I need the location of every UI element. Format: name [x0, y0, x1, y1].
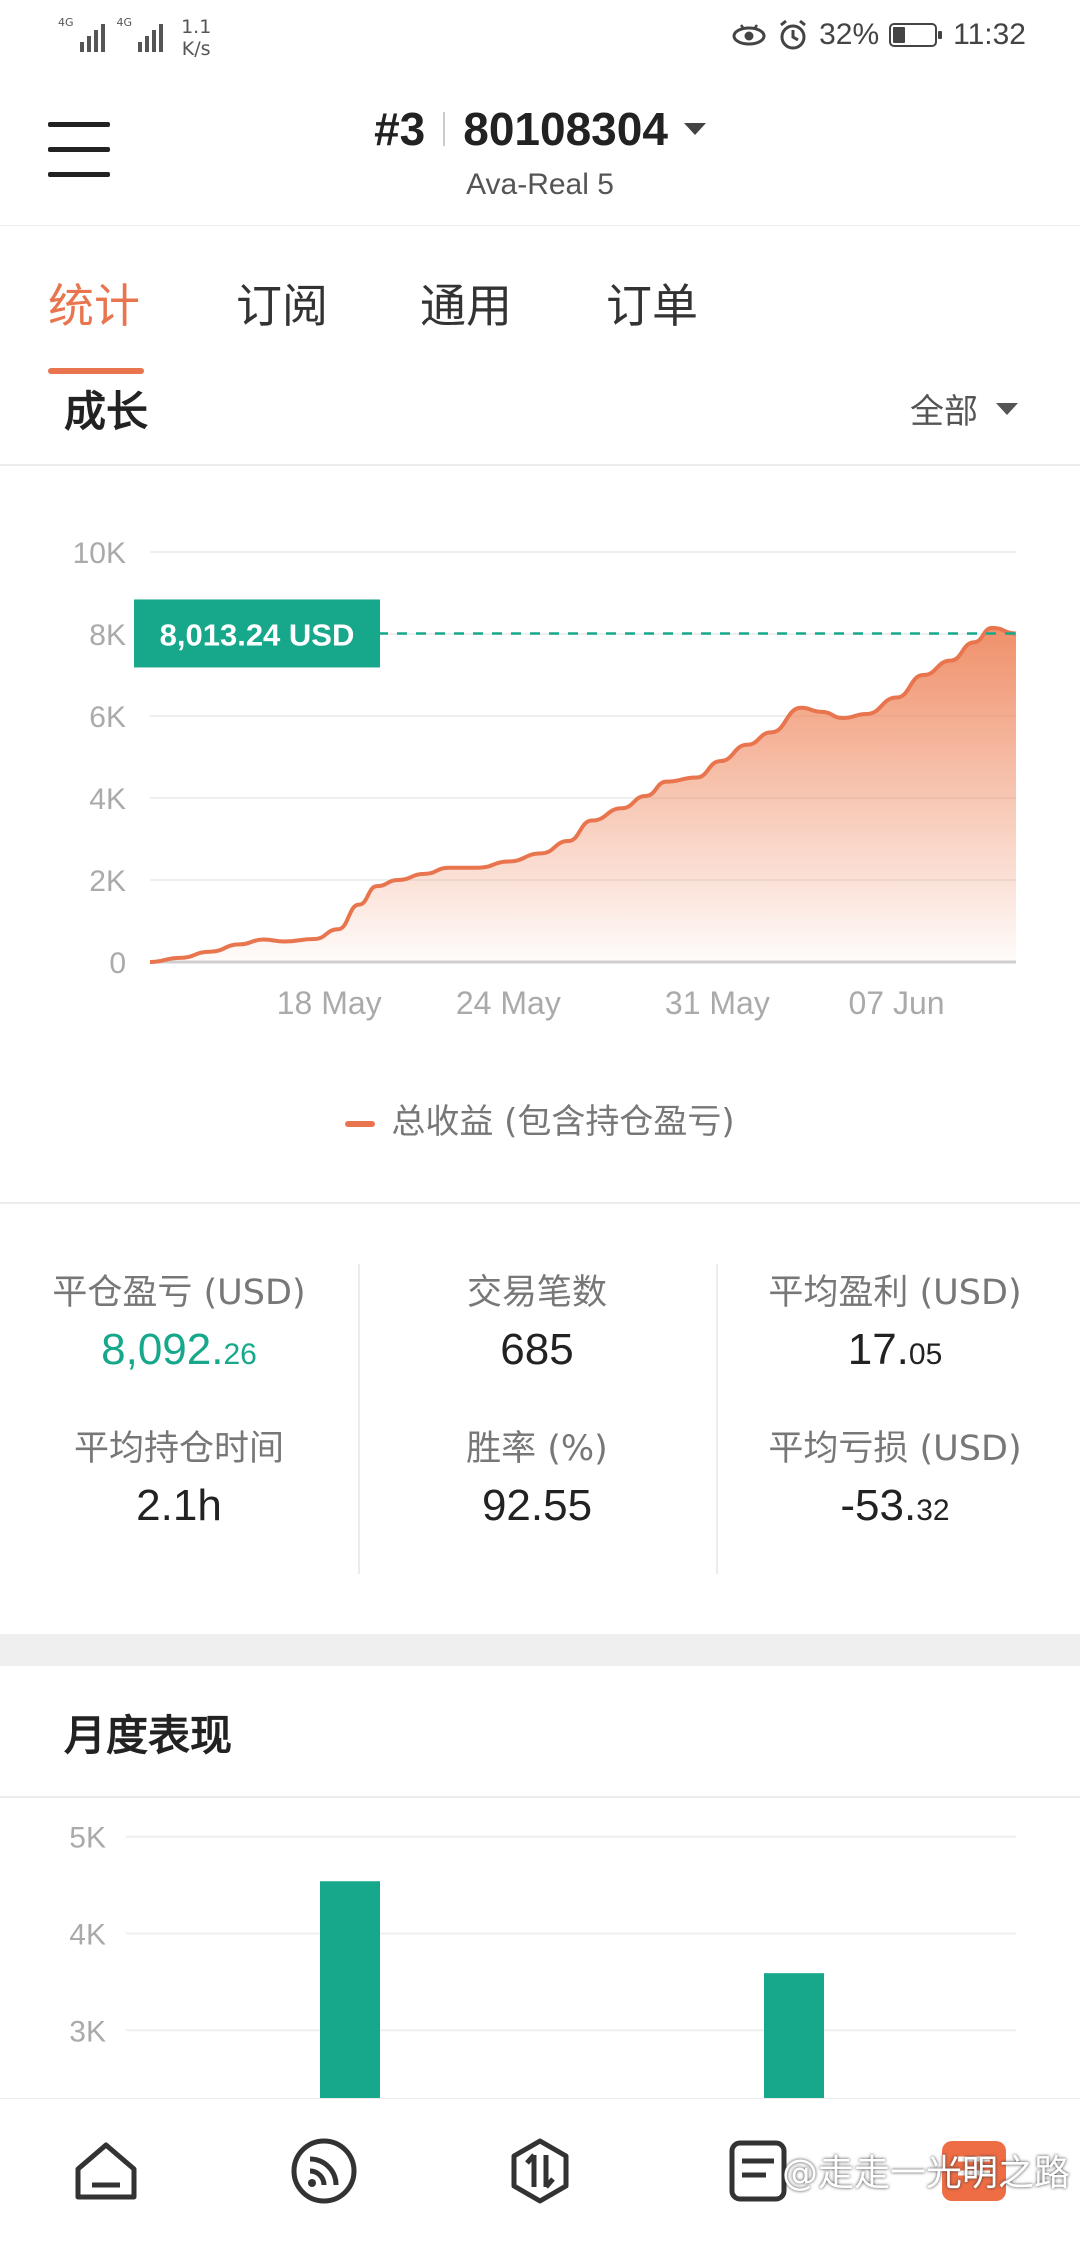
stat-item: 平均盈利 (USD) 17.05 — [716, 1264, 1074, 1420]
y-tick-label: 8K — [89, 619, 126, 652]
stat-value: 8,092.26 — [101, 1325, 257, 1374]
stat-value: 92.55 — [481, 1481, 593, 1530]
eye-icon — [732, 24, 766, 46]
y-tick-label: 3K — [69, 2015, 106, 2048]
stats-column: 交易笔数 685 胜率 (%) 92.55 — [358, 1264, 716, 1576]
x-tick-label: 24 May — [456, 985, 561, 1021]
y-tick-label: 10K — [73, 537, 126, 570]
chart-legend: 总收益 (包含持仓盈亏) — [0, 1094, 1080, 1143]
account-selector[interactable]: #3 80108304 Ava-Real 5 — [0, 102, 1080, 202]
feed-icon[interactable] — [288, 2135, 360, 2207]
tab-general[interactable]: 通用 — [420, 270, 512, 336]
weibo-watermark: @走走一光明之路 — [781, 2153, 1070, 2194]
tab-orders[interactable]: 订单 — [606, 270, 698, 336]
stat-value: 2.1h — [136, 1481, 222, 1530]
account-number: 80108304 — [463, 103, 668, 155]
y-tick-label: 0 — [109, 947, 126, 980]
monthly-bar — [320, 1881, 380, 2098]
trade-icon[interactable] — [504, 2135, 576, 2207]
stat-label: 胜率 (%) — [466, 1429, 608, 1469]
stats-grid: 平仓盈亏 (USD) 8,092.26 平均持仓时间 2.1h 交易笔数 685 胜率 (%… — [0, 1202, 1080, 1636]
clock-time: 11:32 — [953, 18, 1026, 51]
chevron-down-icon — [996, 402, 1018, 415]
stats-column: 平均盈利 (USD) 17.05 平均亏损 (USD) -53.32 — [716, 1264, 1074, 1576]
y-tick-label: 2K — [89, 865, 126, 898]
tab-bar: 统计 订阅 通用 订单 — [0, 225, 1080, 380]
monthly-bar-chart: 3K 4K 5K — [0, 1798, 1080, 2098]
signal-sim1-icon: 4G — [58, 16, 105, 52]
status-bar: 4G 4G 1.1 K/s 32% 11:32 — [0, 0, 1080, 80]
stat-label: 平均亏损 (USD) — [768, 1429, 1022, 1469]
monthly-bar — [764, 1973, 824, 2098]
network-speed: 1.1 K/s — [181, 16, 211, 60]
growth-section-header: 成长 全部 — [0, 378, 1080, 466]
period-filter-dropdown[interactable]: 全部 — [910, 384, 1018, 433]
stat-item: 平均亏损 (USD) -53.32 — [716, 1420, 1074, 1576]
account-index: #3 — [374, 103, 426, 155]
alarm-icon — [780, 19, 807, 50]
stat-item: 平均持仓时间 2.1h — [0, 1420, 358, 1576]
highlight-value-label: 8,013.24 USD — [160, 617, 355, 652]
home-icon[interactable] — [70, 2135, 142, 2207]
y-tick-label: 4K — [69, 1918, 106, 1951]
monthly-bar-chart-svg: 3K 4K 5K — [69, 1822, 1016, 2098]
chevron-down-icon — [683, 123, 706, 135]
battery-percent: 32% — [819, 18, 880, 51]
growth-title: 成长 — [64, 387, 149, 436]
legend-label: 总收益 (包含持仓盈亏) — [391, 1102, 735, 1142]
growth-chart: 0 2K 4K 6K 8K 10K 18 May 24 May 31 May 07 Jun 8,01… — [0, 466, 1080, 1201]
y-tick-label: 5K — [69, 1822, 106, 1855]
server-name: Ava-Real 5 — [466, 168, 614, 201]
stat-label: 交易笔数 — [466, 1273, 607, 1313]
tab-statistics[interactable]: 统计 — [48, 270, 140, 336]
account-separator — [443, 112, 446, 146]
sim2-network-type: 4G — [116, 16, 133, 29]
y-tick-label: 6K — [89, 701, 126, 734]
section-gap — [0, 1634, 1080, 1666]
monthly-section-header: 月度表现 — [0, 1666, 1080, 1798]
stat-value: 17.05 — [847, 1325, 943, 1374]
x-tick-label: 18 May — [277, 985, 382, 1021]
stats-column: 平仓盈亏 (USD) 8,092.26 平均持仓时间 2.1h — [0, 1264, 358, 1576]
stat-item: 交易笔数 685 — [358, 1264, 716, 1420]
x-tick-label: 31 May — [665, 985, 770, 1021]
stat-item: 胜率 (%) 92.55 — [358, 1420, 716, 1576]
signal-sim2-icon: 4G — [117, 16, 164, 52]
stat-label: 平仓盈亏 (USD) — [52, 1273, 306, 1313]
monthly-title: 月度表现 — [64, 1711, 233, 1760]
legend-swatch — [345, 1120, 376, 1127]
stat-label: 平均盈利 (USD) — [768, 1273, 1022, 1313]
sim1-network-type: 4G — [58, 16, 74, 29]
stat-value: 685 — [500, 1325, 574, 1374]
area-fill — [150, 627, 1016, 962]
app-header: #3 80108304 Ava-Real 5 — [0, 80, 1080, 225]
stat-item: 平仓盈亏 (USD) 8,092.26 — [0, 1264, 358, 1420]
network-speed-unit: K/s — [181, 38, 211, 60]
network-speed-value: 1.1 — [181, 16, 212, 38]
battery-icon — [889, 23, 943, 47]
stat-label: 平均持仓时间 — [73, 1429, 284, 1469]
y-tick-label: 4K — [89, 783, 126, 816]
stat-value: -53.32 — [840, 1481, 950, 1530]
growth-chart-svg: 0 2K 4K 6K 8K 10K 18 May 24 May 31 May 07 Jun 8,01… — [73, 537, 1017, 1021]
period-filter-label: 全部 — [910, 392, 978, 432]
active-tab-indicator — [48, 368, 144, 374]
x-tick-label: 07 Jun — [849, 985, 945, 1021]
tab-subscriptions[interactable]: 订阅 — [236, 270, 328, 336]
